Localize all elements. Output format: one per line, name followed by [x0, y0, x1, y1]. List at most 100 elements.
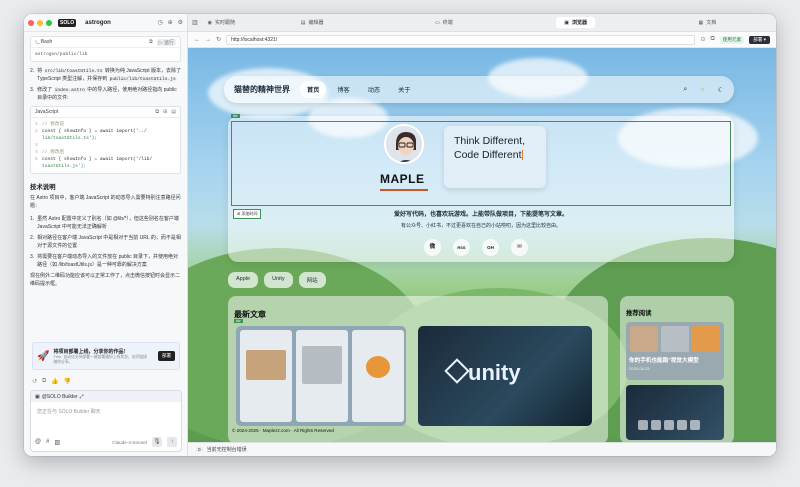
thumbs-up-icon[interactable]: 👍: [51, 378, 58, 385]
at-icon[interactable]: @: [35, 439, 41, 445]
model-selector[interactable]: Claude-4-Sonnet: [112, 440, 147, 445]
code-line: 1// 修改前: [35, 122, 65, 127]
tab-follow[interactable]: ◉ 实时跟随: [200, 17, 243, 28]
maximize-window-button[interactable]: [46, 19, 52, 26]
forward-icon[interactable]: →: [205, 37, 211, 43]
promo-deploy-button[interactable]: 部署: [158, 351, 175, 361]
unity-wordmark: unity: [468, 360, 521, 385]
article-card[interactable]: unity: [418, 326, 592, 426]
docs-icon: ▦: [698, 19, 704, 26]
image-icon[interactable]: ▨: [54, 439, 60, 446]
tag-website[interactable]: 网站: [298, 272, 326, 288]
tag-unity[interactable]: Unity: [264, 272, 293, 288]
chat-input-box: ▣ @SOLO Builder ⤢ 您正在与 SOLO Builder 聊天 @…: [30, 390, 182, 452]
editor-icon: ▤: [300, 19, 306, 26]
sidebar-toggle-icon[interactable]: ▥: [192, 19, 198, 26]
solo-badge: SOLO: [58, 18, 77, 27]
div-tag-label: div: [231, 114, 240, 118]
insert-icon[interactable]: ⊞: [163, 109, 167, 115]
copy-icon[interactable]: ⧉: [155, 109, 159, 115]
github-icon[interactable]: GH: [482, 239, 499, 256]
recommended-card-date: 2025-06-25: [629, 366, 650, 371]
chat-messages[interactable]: ›_ Bash ⧉ ▷ 运行 astrogon/public/lib 2. 将 …: [24, 32, 187, 344]
search-icon[interactable]: ⌕: [683, 86, 687, 94]
workspace-panel: ▥ ◉ 实时跟随 ▤ 编辑器 ▭ 终端 ▣ 浏览器 ▦ 文档 ← → ↻ http://l…: [188, 14, 776, 456]
run-button[interactable]: ▷ 运行: [156, 38, 176, 46]
code-line: astrogon/public/lib: [35, 52, 88, 57]
sun-icon[interactable]: ☼: [699, 86, 705, 94]
back-icon[interactable]: ←: [194, 37, 200, 43]
slogan-bubble: Think Different, Code Different: [444, 126, 546, 188]
site-navbar: 猫替的精神世界 首页 博客 动态 关于 ⌕ ☼ ☾: [224, 76, 734, 103]
code-line: 2 const { showInfo } = await import('../: [35, 129, 147, 134]
promo-subtitle: Free, 自动化支持部署一键部署通知上线状态，访问链接随你分享。: [53, 354, 147, 364]
browser-icon: ▣: [564, 19, 569, 26]
unity-logo-icon: [444, 358, 470, 384]
app-icon[interactable]: [690, 420, 700, 430]
voice-icon[interactable]: 🎙: [152, 437, 162, 447]
copy-icon[interactable]: ⧉: [42, 378, 46, 385]
expand-icon[interactable]: ⤢: [80, 394, 84, 400]
minimize-window-button[interactable]: [37, 19, 43, 26]
author-name: MAPLE: [380, 172, 425, 186]
history-icon[interactable]: ◷: [157, 19, 162, 26]
steps-list-a: 2. 将 src/lib/toastUtils.ts 转换为纯 JavaScri…: [30, 68, 181, 102]
tab-browser[interactable]: ▣ 浏览器: [556, 17, 596, 28]
close-window-button[interactable]: [28, 19, 34, 26]
left-titlebar: SOLO astrogon ◷ ⊕ ⚙: [24, 14, 187, 32]
console-bar[interactable]: 0 当前无控制台错误: [188, 442, 776, 456]
chat-input[interactable]: 您正在与 SOLO Builder 聊天: [31, 402, 181, 421]
deploy-button[interactable]: 部署 ▾: [749, 35, 770, 44]
list-item: 3. 将需要在客户端动态导入的文件放在 public 目录下，并使用绝对路径（如 …: [30, 254, 179, 268]
rocket-icon: 🚀: [37, 350, 50, 362]
tag-apple[interactable]: Apple: [228, 272, 259, 288]
list-item: 2. 相对路径在客户端 JavaScript 中是相对于当前 URL 的，而不是相…: [30, 235, 181, 249]
send-button[interactable]: ↑: [167, 437, 177, 447]
code-lang: JavaScript: [35, 109, 59, 115]
article-card[interactable]: [236, 326, 406, 426]
nav-blog[interactable]: 博客: [330, 81, 356, 98]
app-icon[interactable]: [651, 420, 661, 430]
bash-code-card: ›_ Bash ⧉ ▷ 运行 astrogon/public/lib: [30, 36, 181, 62]
select-element-button[interactable]: 使用元素: [719, 35, 745, 44]
add-icon[interactable]: ⊕: [168, 19, 173, 26]
moon-icon[interactable]: ☾: [718, 86, 724, 94]
wechat-icon[interactable]: 微: [424, 239, 441, 256]
nav-moments[interactable]: 动态: [361, 81, 387, 98]
app-icon[interactable]: [638, 420, 648, 430]
section-heading: 技术说明: [30, 184, 56, 191]
app-icon[interactable]: [677, 420, 687, 430]
thumbs-down-icon[interactable]: 👎: [64, 378, 71, 385]
hash-icon[interactable]: #: [46, 439, 49, 445]
follow-icon: ◉: [207, 19, 213, 26]
list-item: 1. 虽然 Astro 配置中定义了别名（如 @lib/*），但这些别名在客户端 …: [30, 216, 179, 230]
settings-icon[interactable]: ⚙: [178, 19, 183, 26]
site-title[interactable]: 猫替的精神世界: [234, 84, 290, 95]
rss-icon[interactable]: RSS: [453, 239, 470, 256]
undo-icon[interactable]: ↺: [32, 378, 37, 385]
external-link-icon[interactable]: ⧉: [711, 36, 715, 43]
list-item: 3. 修改了 index.astro 中的导入路径，使用绝对路径指向 publi…: [30, 87, 177, 101]
recommended-card[interactable]: [626, 385, 724, 440]
url-input[interactable]: http://localhost:4321/: [226, 34, 696, 45]
nav-home[interactable]: 首页: [300, 81, 327, 98]
recommended-card[interactable]: 你的手机也能跑"视觉大模型 2025-06-25: [626, 322, 724, 380]
browser-viewport[interactable]: 猫替的精神世界 首页 博客 动态 关于 ⌕ ☼ ☾ div Think Diff…: [188, 48, 776, 442]
nav-about[interactable]: 关于: [391, 81, 417, 98]
app-icon[interactable]: [664, 420, 674, 430]
tab-docs[interactable]: ▦ 文档: [691, 17, 725, 28]
paragraph: 现在例外二维码功能应该可以正常工作了，点击微信按钮时会显示二维码提示框。: [30, 273, 181, 287]
inspect-icon[interactable]: ⊙: [700, 36, 705, 43]
mail-icon[interactable]: ✉: [511, 239, 528, 256]
code-lang: Bash: [40, 39, 53, 45]
mention-chip[interactable]: ▣ @SOLO Builder ⤢: [31, 391, 181, 402]
tab-terminal[interactable]: ▭ 终端: [427, 17, 461, 28]
app-window: SOLO astrogon ◷ ⊕ ⚙ ›_ Bash ⧉ ▷ 运行 astro…: [24, 14, 776, 456]
tab-editor[interactable]: ▤ 编辑器: [293, 17, 332, 28]
copy-icon[interactable]: ⧉: [149, 39, 153, 46]
dock-icons: [638, 420, 700, 430]
code-line: lib/toastUtils.ts');: [42, 136, 98, 141]
project-selector[interactable]: astrogon: [85, 20, 111, 26]
apply-icon[interactable]: ▤: [171, 109, 176, 115]
reload-icon[interactable]: ↻: [216, 36, 221, 43]
